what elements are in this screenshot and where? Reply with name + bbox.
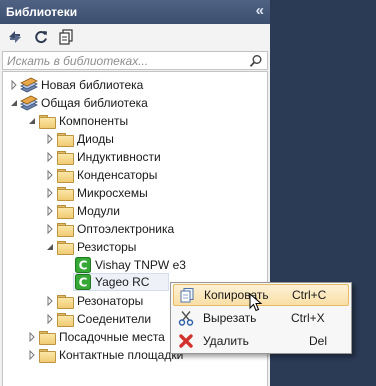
expand-arrow-icon[interactable]	[45, 148, 55, 166]
menu-item-label: Удалить	[203, 334, 249, 348]
refresh-icon[interactable]	[32, 28, 50, 46]
tree-node-components[interactable]: Компоненты	[3, 112, 267, 130]
svg-text:C: C	[79, 276, 88, 290]
folder-icon	[56, 239, 74, 255]
folder-icon	[56, 221, 74, 237]
tree-node-label: Yageo RC	[95, 275, 150, 289]
folder-icon	[38, 329, 56, 345]
tree-node-label: Оптоэлектроника	[77, 222, 175, 236]
delete-x-icon	[178, 333, 194, 349]
folder-icon	[38, 113, 56, 129]
panel-title: Библиотеки	[6, 5, 78, 19]
expand-arrow-icon[interactable]	[27, 328, 37, 346]
panel-titlebar: Библиотеки «	[0, 0, 270, 24]
library-stack-icon	[20, 95, 38, 111]
folder-icon	[56, 311, 74, 327]
tree-node-label: Общая библиотека	[41, 96, 148, 110]
copy-icon	[179, 287, 195, 303]
tree-node-category[interactable]: Модули	[3, 202, 267, 220]
component-c-icon: C	[75, 274, 93, 290]
folder-icon	[56, 149, 74, 165]
copy-pages-icon[interactable]	[57, 28, 75, 46]
tree-node-label: Резонаторы	[77, 294, 144, 308]
tree-node-category-resistors[interactable]: Резисторы	[3, 238, 267, 256]
search-box	[2, 51, 268, 70]
search-icon[interactable]	[249, 54, 263, 68]
menu-item-shortcut: Ctrl+C	[292, 288, 327, 302]
tree-node-label: Модули	[77, 204, 120, 218]
expand-arrow-icon[interactable]	[45, 130, 55, 148]
tree-node-category[interactable]: Микросхемы	[3, 184, 267, 202]
collapse-arrow-icon[interactable]	[9, 94, 19, 112]
tree-node-component-selected[interactable]: C Yageo RC	[73, 273, 169, 291]
tree-node-label: Vishay TNPW e3	[95, 258, 186, 272]
tree-node-label: Резисторы	[77, 240, 137, 254]
tree-node-label: Индуктивности	[77, 150, 161, 164]
folder-icon	[56, 131, 74, 147]
scissors-icon	[178, 310, 194, 326]
tree-node-component[interactable]: C Vishay TNPW e3	[3, 256, 267, 274]
menu-item-shortcut: Ctrl+X	[291, 311, 325, 325]
expand-arrow-icon[interactable]	[45, 310, 55, 328]
svg-text:C: C	[79, 259, 88, 273]
library-stack-icon	[20, 77, 38, 93]
tree-node-label: Новая библиотека	[41, 78, 144, 92]
tree-node-category[interactable]: Индуктивности	[3, 148, 267, 166]
expand-arrow-icon[interactable]	[27, 346, 37, 364]
tree-node-label: Посадочные места	[59, 330, 165, 344]
collapse-arrow-icon[interactable]	[45, 238, 55, 256]
tree-node-category[interactable]: Диоды	[3, 130, 267, 148]
folder-icon	[56, 167, 74, 183]
component-c-icon: C	[75, 257, 93, 273]
expand-arrow-icon[interactable]	[45, 202, 55, 220]
menu-item-delete[interactable]: Удалить Del	[173, 330, 349, 352]
expand-arrow-icon[interactable]	[9, 76, 19, 94]
expand-arrow-icon[interactable]	[45, 292, 55, 310]
expand-arrow-icon[interactable]	[45, 220, 55, 238]
tree-node-label: Контактные площадки	[59, 348, 184, 362]
tree-node-common-library[interactable]: Общая библиотека	[3, 94, 267, 112]
folder-icon	[38, 347, 56, 363]
expand-arrow-icon[interactable]	[45, 166, 55, 184]
collapse-panel-button[interactable]: «	[256, 0, 264, 24]
tree-node-category[interactable]: Оптоэлектроника	[3, 220, 267, 238]
tree-node-label: Компоненты	[59, 114, 129, 128]
tree-node-new-library[interactable]: Новая библиотека	[3, 76, 267, 94]
tree-node-label: Соеденители	[77, 312, 152, 326]
search-input[interactable]	[3, 52, 247, 69]
folder-icon	[56, 203, 74, 219]
tree-node-label: Конденсаторы	[77, 168, 158, 182]
mouse-cursor-icon	[249, 292, 263, 313]
tree-node-label: Диоды	[77, 132, 114, 146]
tree-node-label: Микросхемы	[77, 186, 148, 200]
expand-arrow-icon[interactable]	[45, 184, 55, 202]
swap-arrows-icon[interactable]	[6, 28, 24, 46]
tree-node-category[interactable]: Конденсаторы	[3, 166, 267, 184]
menu-item-shortcut: Del	[309, 334, 328, 348]
folder-icon	[56, 293, 74, 309]
folder-icon	[56, 185, 74, 201]
toolbar	[0, 24, 270, 50]
collapse-arrow-icon[interactable]	[27, 112, 37, 130]
